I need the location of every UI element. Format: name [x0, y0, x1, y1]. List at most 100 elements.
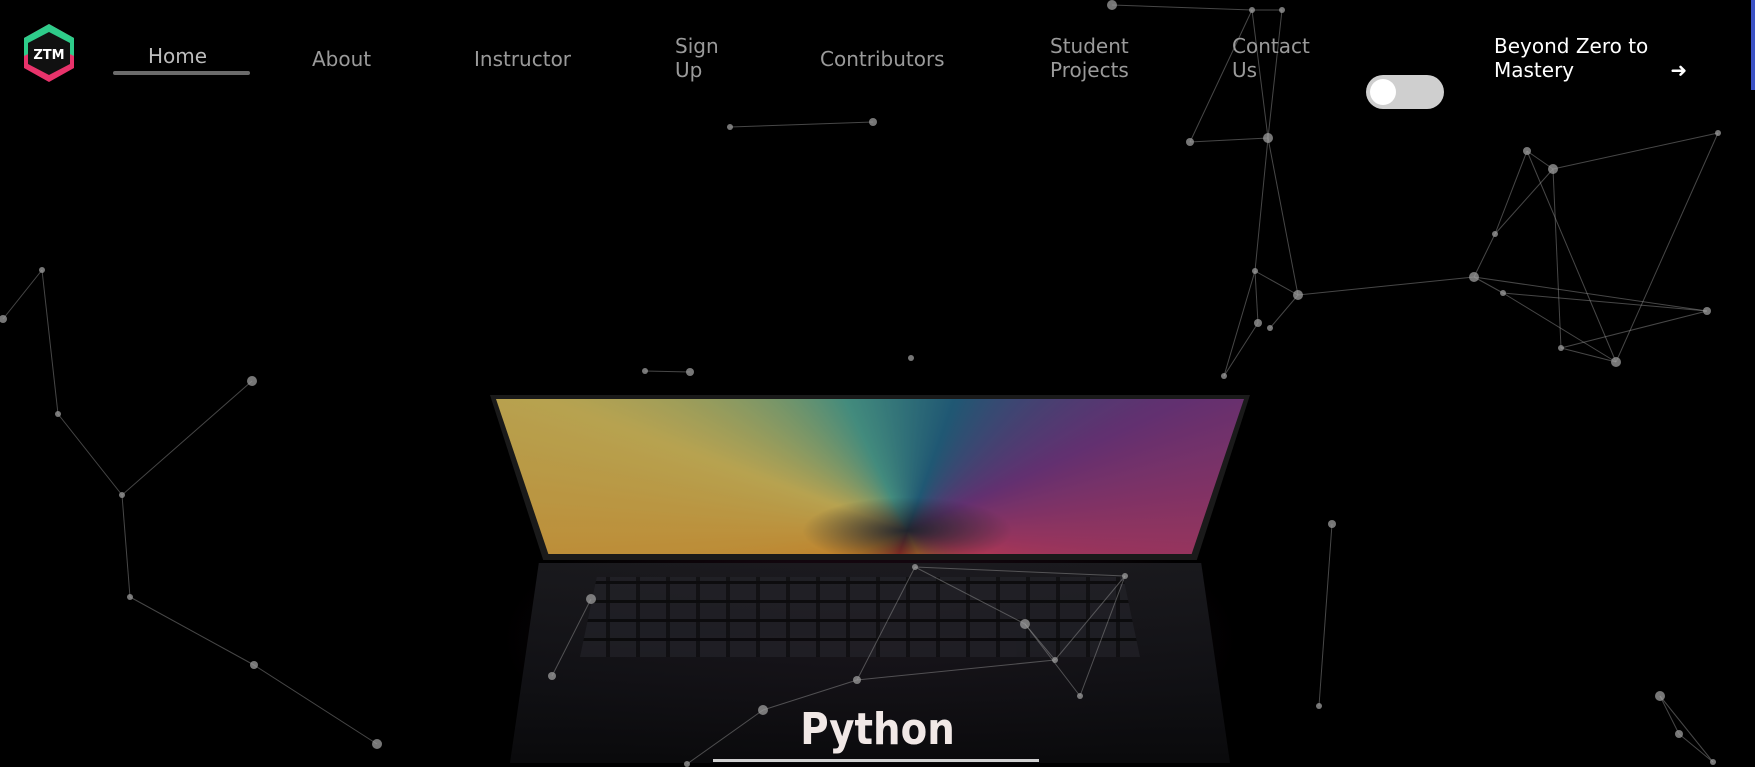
- particle-node: [1252, 268, 1258, 274]
- beyond-ztm-label: Beyond Zero to Mastery: [1494, 34, 1649, 82]
- ztm-logo[interactable]: ZTM: [20, 22, 78, 86]
- ztm-logo-icon: ZTM: [24, 24, 74, 82]
- hero-title-underline: [713, 759, 1039, 762]
- particle-link: [57, 413, 123, 496]
- particle-link: [1189, 137, 1269, 143]
- particle-link: [551, 598, 592, 677]
- particle-node: [686, 368, 694, 376]
- particle-link: [1269, 294, 1299, 329]
- particle-node: [1523, 147, 1531, 155]
- arrow-right-icon: ➜: [1670, 58, 1688, 82]
- particle-node: [1254, 319, 1262, 327]
- scrollbar-edge: [1751, 0, 1755, 90]
- particle-link: [644, 370, 691, 373]
- particle-link: [1659, 695, 1714, 763]
- particle-link: [1254, 137, 1269, 272]
- logo-text: ZTM: [33, 48, 64, 63]
- particle-node: [1020, 619, 1030, 629]
- particle-node: [1548, 164, 1558, 174]
- particle-node: [1500, 290, 1506, 296]
- particle-node: [127, 594, 133, 600]
- particle-node: [247, 376, 257, 386]
- particle-node: [1293, 290, 1303, 300]
- top-navbar: ZTM Home About Instructor Sign Up Contri…: [0, 0, 1755, 110]
- hero-title: Python: [800, 704, 955, 755]
- theme-toggle[interactable]: [1366, 75, 1444, 109]
- theme-toggle-knob: [1370, 79, 1396, 105]
- particle-node: [727, 124, 733, 130]
- particle-link: [1254, 270, 1259, 324]
- particle-node: [1122, 573, 1128, 579]
- particle-link: [129, 596, 255, 666]
- particle-node: [1469, 272, 1479, 282]
- particle-link: [1223, 270, 1256, 377]
- particle-node: [912, 564, 918, 570]
- particle-link: [1054, 575, 1126, 661]
- particle-link: [1267, 137, 1299, 296]
- particle-node: [1611, 357, 1621, 367]
- particle-link: [1552, 168, 1562, 349]
- particle-node: [39, 267, 45, 273]
- particle-network-background: [0, 0, 1721, 767]
- particle-link: [1659, 695, 1680, 735]
- particle-link: [1526, 150, 1617, 363]
- particle-node: [1655, 691, 1665, 701]
- particle-node: [548, 672, 556, 680]
- particle-node: [869, 118, 877, 126]
- particle-link: [914, 566, 1126, 577]
- particle-node: [1052, 657, 1058, 663]
- particle-node: [1263, 133, 1273, 143]
- particle-link: [1079, 575, 1126, 697]
- particle-link: [1297, 276, 1475, 296]
- particle-node: [684, 761, 690, 767]
- nav-sign-up[interactable]: Sign Up: [675, 34, 735, 82]
- particle-link: [1678, 733, 1714, 763]
- particle-link: [1552, 132, 1719, 170]
- particle-node: [642, 368, 648, 374]
- nav-contact-us[interactable]: Contact Us: [1232, 34, 1310, 82]
- nav-home[interactable]: Home: [148, 44, 207, 68]
- nav-about[interactable]: About: [312, 47, 371, 71]
- beyond-ztm-link[interactable]: Beyond Zero to Mastery ➜: [1494, 34, 1687, 82]
- particle-link: [1494, 150, 1528, 235]
- particle-link: [729, 121, 874, 128]
- particle-node: [1492, 231, 1498, 237]
- particle-link: [1254, 270, 1299, 296]
- particle-link: [1223, 322, 1259, 377]
- particle-link: [1560, 310, 1708, 349]
- particle-node: [1710, 759, 1716, 765]
- particle-node: [0, 315, 7, 323]
- particle-link: [121, 380, 253, 496]
- particle-node: [853, 676, 861, 684]
- particle-node: [586, 594, 596, 604]
- particle-node: [1675, 730, 1683, 738]
- particle-node: [1703, 307, 1711, 315]
- particle-link: [1560, 347, 1617, 363]
- particle-link: [856, 566, 916, 681]
- particle-node: [1077, 693, 1083, 699]
- particle-node: [908, 355, 914, 361]
- particle-node: [1715, 130, 1721, 136]
- particle-node: [1221, 373, 1227, 379]
- particle-link: [41, 269, 59, 415]
- page: ZTM Home About Instructor Sign Up Contri…: [0, 0, 1755, 767]
- particle-node: [1328, 520, 1336, 528]
- nav-home-underline: [113, 71, 250, 75]
- particle-link: [1473, 233, 1496, 278]
- particle-link: [121, 494, 131, 598]
- nav-student-projects[interactable]: Student Projects: [1050, 34, 1150, 82]
- particle-link: [1615, 132, 1719, 363]
- particle-node: [55, 411, 61, 417]
- particle-node: [1558, 345, 1564, 351]
- particle-node: [1186, 138, 1194, 146]
- particle-link: [914, 566, 1026, 625]
- particle-node: [250, 661, 258, 669]
- particle-link: [1318, 523, 1333, 707]
- particle-link: [1494, 168, 1554, 235]
- nav-contributors[interactable]: Contributors: [820, 47, 945, 71]
- particle-node: [119, 492, 125, 498]
- particle-link: [2, 269, 43, 320]
- nav-instructor[interactable]: Instructor: [474, 47, 571, 71]
- particle-link: [856, 659, 1056, 681]
- particle-node: [1267, 325, 1273, 331]
